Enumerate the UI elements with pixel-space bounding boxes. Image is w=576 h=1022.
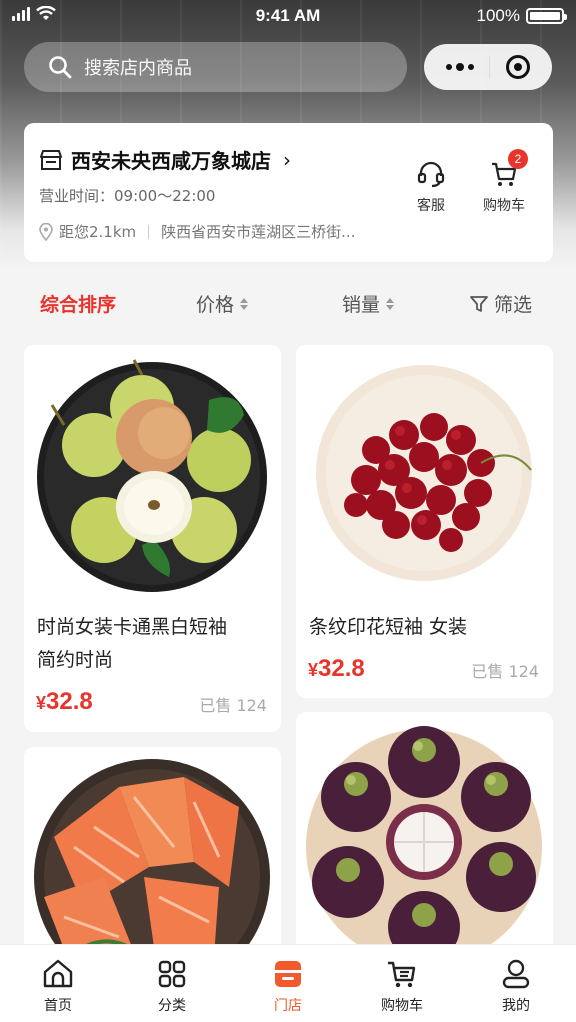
filter-label: 筛选 bbox=[494, 294, 533, 316]
sort-bar: 综合排序 价格 销量 筛选 bbox=[0, 288, 576, 320]
user-icon bbox=[502, 959, 530, 989]
tab-category-label: 分类 bbox=[158, 998, 186, 1014]
product-title-line: 条纹印花短袖 女装 bbox=[309, 616, 468, 638]
product-card[interactable]: 条纹印花短袖 女装 ¥32.8 已售 124 bbox=[296, 345, 553, 698]
tab-cart[interactable]: 购物车 bbox=[362, 959, 442, 1015]
search-input[interactable]: 搜索店内商品 bbox=[24, 42, 407, 92]
sort-sales-label: 销量 bbox=[342, 294, 381, 316]
tab-home[interactable]: 首页 bbox=[18, 959, 98, 1015]
bottom-tab-bar: 首页 分类 门店 购物车 我的 bbox=[0, 944, 576, 1022]
battery-icon bbox=[526, 8, 567, 24]
sort-arrows-icon bbox=[386, 297, 395, 310]
cart-count-badge: 2 bbox=[508, 149, 528, 169]
battery-status: 100% bbox=[476, 6, 567, 26]
more-icon[interactable] bbox=[445, 63, 474, 71]
customer-service-button[interactable]: 客服 bbox=[401, 159, 461, 215]
tab-home-label: 首页 bbox=[44, 998, 72, 1014]
tab-profile-label: 我的 bbox=[502, 998, 530, 1014]
store-distance: 距您2.1km bbox=[59, 223, 137, 241]
sort-arrows-icon bbox=[240, 297, 249, 310]
grid-icon bbox=[158, 960, 186, 988]
sort-comprehensive[interactable]: 综合排序 bbox=[40, 290, 116, 317]
product-image-mangosteen bbox=[296, 712, 553, 969]
customer-service-label: 客服 bbox=[417, 198, 445, 214]
location-pin-icon bbox=[39, 222, 53, 241]
sort-sales[interactable]: 销量 bbox=[342, 290, 395, 317]
tab-category[interactable]: 分类 bbox=[132, 959, 212, 1015]
product-card[interactable]: 时尚女装卡通黑白短袖 简约时尚 ¥32.8 已售 124 bbox=[24, 345, 281, 732]
product-image-cherries bbox=[296, 345, 553, 602]
divider bbox=[148, 224, 150, 239]
store-name-link[interactable]: 西安未央西咸万象城店 › bbox=[39, 145, 291, 174]
store-icon bbox=[40, 149, 62, 170]
close-mini-program-icon[interactable] bbox=[506, 55, 531, 79]
cart-icon bbox=[388, 961, 416, 988]
chevron-right-icon: › bbox=[283, 147, 291, 172]
tab-profile[interactable]: 我的 bbox=[476, 959, 556, 1015]
sort-comprehensive-label: 综合排序 bbox=[40, 294, 117, 316]
product-price: ¥32.8 bbox=[36, 688, 93, 716]
tab-cart-label: 购物车 bbox=[381, 998, 423, 1014]
search-icon bbox=[49, 56, 72, 79]
product-sold-count: 已售 124 bbox=[199, 696, 267, 715]
tab-store[interactable]: 门店 bbox=[248, 959, 328, 1015]
currency-symbol: ¥ bbox=[36, 693, 47, 713]
status-bar: 9:41 AM 100% bbox=[0, 0, 576, 32]
headset-icon bbox=[417, 161, 445, 188]
filter-icon bbox=[470, 295, 488, 312]
home-icon bbox=[43, 959, 73, 988]
tab-store-label: 门店 bbox=[274, 998, 302, 1014]
store-cart-button[interactable]: 2 购物车 bbox=[474, 149, 534, 215]
store-location: 距您2.1km 陕西省西安市莲湖区三桥街... bbox=[39, 221, 355, 242]
search-placeholder: 搜索店内商品 bbox=[84, 58, 192, 79]
product-price: ¥32.8 bbox=[308, 655, 365, 683]
sort-price[interactable]: 价格 bbox=[196, 290, 249, 317]
cart-label: 购物车 bbox=[483, 198, 525, 214]
product-sold-count: 已售 124 bbox=[471, 662, 539, 681]
product-title-line: 简约时尚 bbox=[37, 649, 114, 671]
sort-price-label: 价格 bbox=[196, 294, 235, 316]
store-name: 西安未央西咸万象城店 bbox=[71, 149, 271, 173]
price-value: 32.8 bbox=[46, 688, 93, 715]
price-value: 32.8 bbox=[318, 655, 365, 682]
product-image-pears bbox=[24, 345, 281, 602]
mini-program-capsule bbox=[424, 44, 552, 90]
product-title-line: 时尚女装卡通黑白短袖 bbox=[37, 616, 228, 638]
currency-symbol: ¥ bbox=[308, 660, 319, 680]
store-icon bbox=[275, 961, 301, 987]
store-address: 陕西省西安市莲湖区三桥街... bbox=[161, 223, 356, 241]
filter-button[interactable]: 筛选 bbox=[470, 290, 532, 317]
battery-percent: 100% bbox=[476, 6, 520, 25]
capsule-divider bbox=[489, 56, 491, 78]
store-info-card: 西安未央西咸万象城店 › 营业时间：09:00～22:00 距您2.1km 陕西… bbox=[24, 123, 553, 262]
store-hours: 营业时间：09:00～22:00 bbox=[39, 187, 216, 205]
